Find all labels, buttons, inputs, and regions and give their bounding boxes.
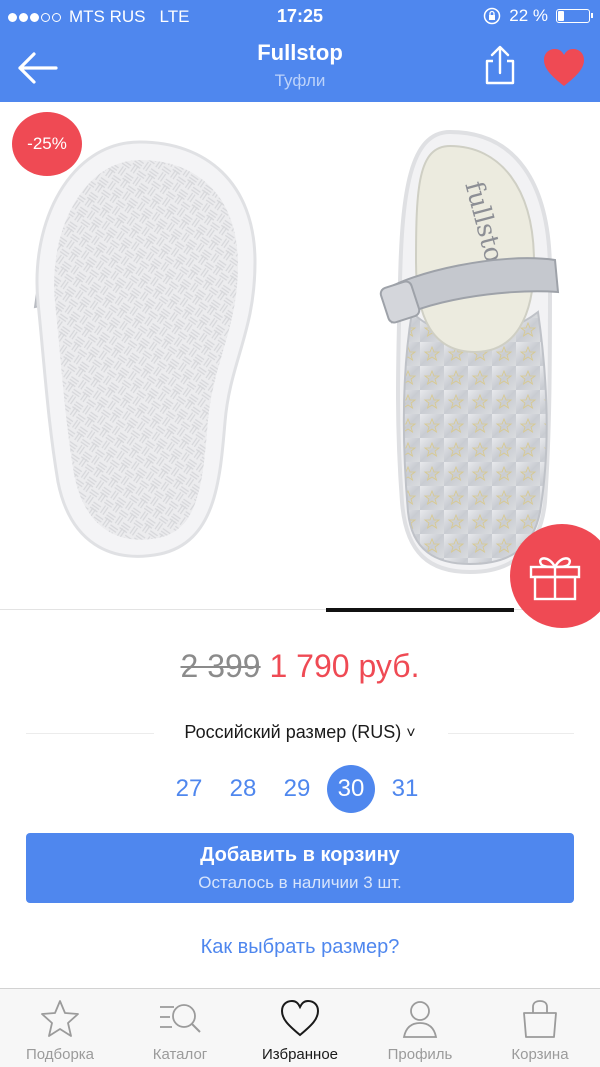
- person-icon: [402, 1001, 438, 1038]
- battery-icon: [556, 9, 593, 23]
- battery-level-fill: [558, 11, 564, 21]
- heart-icon: [280, 999, 320, 1037]
- orientation-lock-icon: [484, 7, 501, 25]
- gallery-pager-indicator: [326, 608, 514, 612]
- stock-status-text: Осталось в наличии 3 шт.: [198, 873, 402, 892]
- product-image-sole[interactable]: [0, 102, 300, 612]
- status-right: 22 %: [483, 6, 593, 26]
- size-system-text: Российский размер (RUS): [184, 722, 402, 742]
- tab-label: Подборка: [25, 1046, 95, 1063]
- gift-icon: [529, 557, 581, 601]
- size-system-label[interactable]: Российский размер (RUS) ˅: [0, 722, 600, 743]
- add-to-cart-label: Добавить в корзину: [200, 844, 400, 866]
- size-guide-link[interactable]: Как выбрать размер?: [0, 936, 600, 959]
- battery-percent: 22 %: [509, 6, 548, 25]
- tab-bar: Подборка Каталог Избранное Профиль Корзи…: [0, 988, 600, 1067]
- size-option-31[interactable]: 31: [380, 766, 430, 812]
- size-option-27[interactable]: 27: [164, 766, 214, 812]
- basket-icon: [523, 1000, 557, 1038]
- tab-podborka[interactable]: Подборка: [0, 989, 120, 1067]
- nav-bar: Fullstop Туфли: [0, 34, 600, 102]
- share-button[interactable]: [478, 44, 522, 88]
- size-option-30[interactable]: 30: [327, 765, 375, 813]
- tab-izbrannoe[interactable]: Избранное: [240, 989, 360, 1067]
- tab-katalog[interactable]: Каталог: [120, 989, 240, 1067]
- old-price: 2 399: [180, 648, 261, 684]
- tab-label: Каталог: [152, 1046, 208, 1063]
- price-row: 2 399 1 790 руб.: [0, 648, 600, 685]
- heart-icon: [544, 49, 584, 86]
- tab-label: Профиль: [387, 1046, 453, 1063]
- current-price: 1 790 руб.: [269, 648, 420, 684]
- discount-badge: -25%: [12, 112, 82, 176]
- product-gallery[interactable]: -25% fullstop: [0, 102, 600, 614]
- top-bar: MTS RUS LTE 17:25 22 % Fullstop Туфли: [0, 0, 600, 102]
- size-option-28[interactable]: 28: [218, 766, 268, 812]
- tab-label: Избранное: [261, 1046, 339, 1063]
- size-option-29[interactable]: 29: [272, 766, 322, 812]
- tab-label: Корзина: [511, 1046, 569, 1063]
- tab-korzina[interactable]: Корзина: [480, 989, 600, 1067]
- size-selector-header[interactable]: Российский размер (RUS) ˅: [0, 722, 600, 746]
- share-icon: [485, 45, 515, 85]
- favorite-button[interactable]: [540, 46, 588, 90]
- size-options: 27 28 29 30 31: [164, 765, 444, 813]
- add-to-cart-button[interactable]: Добавить в корзину Осталось в наличии 3 …: [26, 833, 574, 903]
- catalog-search-icon: [160, 1004, 201, 1033]
- status-bar: MTS RUS LTE 17:25 22 %: [0, 0, 600, 34]
- tab-profil[interactable]: Профиль: [360, 989, 480, 1067]
- star-icon: [41, 1000, 79, 1037]
- chevron-down-icon: ˅: [406, 725, 416, 742]
